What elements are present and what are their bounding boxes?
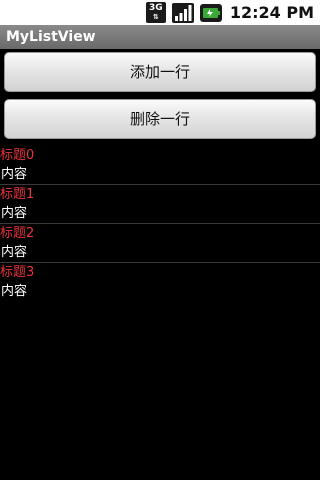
network-arrows: ⇅ xyxy=(152,13,159,21)
list-item-title: 标题1 xyxy=(0,187,35,202)
list-view[interactable]: 标题0 内容 标题1 内容 标题2 内容 标题3 内容 xyxy=(0,146,320,301)
list-item[interactable]: 标题0 内容 xyxy=(0,146,320,185)
list-item-content: 内容 xyxy=(1,206,28,221)
list-item-title: 标题0 xyxy=(0,148,35,163)
list-item-title: 标题2 xyxy=(0,226,35,241)
status-time: 12:24 PM xyxy=(229,3,314,22)
list-item-title: 标题3 xyxy=(0,265,35,280)
list-item[interactable]: 标题2 内容 xyxy=(0,224,320,263)
list-item-content: 内容 xyxy=(1,284,28,299)
network-type-label: 3G xyxy=(149,3,163,13)
list-item[interactable]: 标题1 内容 xyxy=(0,185,320,224)
list-item-content: 内容 xyxy=(1,245,28,260)
list-item-content: 内容 xyxy=(1,167,28,182)
battery-icon xyxy=(199,3,222,22)
delete-row-button[interactable]: 删除一行 xyxy=(4,99,316,139)
list-item[interactable]: 标题3 内容 xyxy=(0,263,320,301)
status-bar: 3G ⇅ 12:24 PM xyxy=(0,0,320,25)
signal-icon xyxy=(171,2,194,23)
network-3g-icon: 3G ⇅ xyxy=(145,2,166,23)
add-row-button[interactable]: 添加一行 xyxy=(4,52,316,92)
app-title: MyListView xyxy=(0,25,320,49)
